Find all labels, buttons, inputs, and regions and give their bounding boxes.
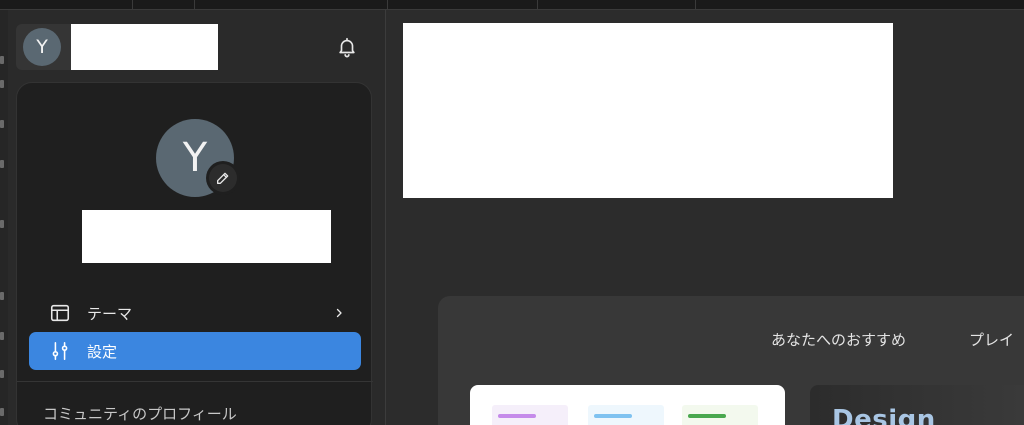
sliders-icon	[49, 340, 71, 362]
tab-play[interactable]: プレイ	[969, 329, 1014, 350]
menu-item-label: テーマ	[87, 304, 133, 323]
account-switcher[interactable]: Y	[16, 24, 218, 70]
browser-tab-strip	[0, 0, 1024, 10]
menu-divider	[17, 381, 373, 382]
left-edge-rail	[0, 10, 8, 425]
chevron-right-icon	[329, 303, 349, 323]
menu-item-settings[interactable]: 設定	[29, 332, 361, 370]
layout-icon	[49, 302, 71, 324]
tab[interactable]	[195, 0, 388, 10]
bell-icon	[339, 37, 355, 58]
notifications-button[interactable]	[334, 34, 360, 60]
recommendations-panel: あなたへのおすすめ プレイ Design	[438, 296, 1024, 425]
tab[interactable]	[0, 0, 133, 10]
design-card[interactable]: Design	[810, 385, 1024, 425]
redacted-display-name	[82, 210, 331, 263]
redacted-username	[71, 24, 218, 70]
edit-avatar-button[interactable]	[206, 161, 240, 195]
avatar: Y	[23, 28, 61, 66]
redacted-banner	[403, 23, 893, 198]
menu-item-label: 設定	[87, 342, 118, 361]
profile-menu-popup: Y テーマ 設定 コミュニティのプロフィール	[16, 82, 373, 425]
card-thumbnail	[492, 405, 568, 425]
tab[interactable]	[133, 0, 195, 10]
community-profile-link[interactable]: コミュニティのプロフィール	[43, 403, 237, 424]
tab-for-you[interactable]: あなたへのおすすめ	[771, 329, 906, 350]
template-card[interactable]	[470, 385, 785, 425]
tab[interactable]	[538, 0, 696, 10]
card-thumbnail	[588, 405, 664, 425]
sidebar: Y Y テーマ 設定 コミュニティのプロフィール	[8, 10, 386, 425]
tab[interactable]	[388, 0, 538, 10]
card-thumbnail	[682, 405, 758, 425]
pencil-icon	[217, 172, 229, 184]
menu-item-theme[interactable]: テーマ	[29, 294, 361, 332]
design-card-title: Design	[832, 405, 936, 425]
